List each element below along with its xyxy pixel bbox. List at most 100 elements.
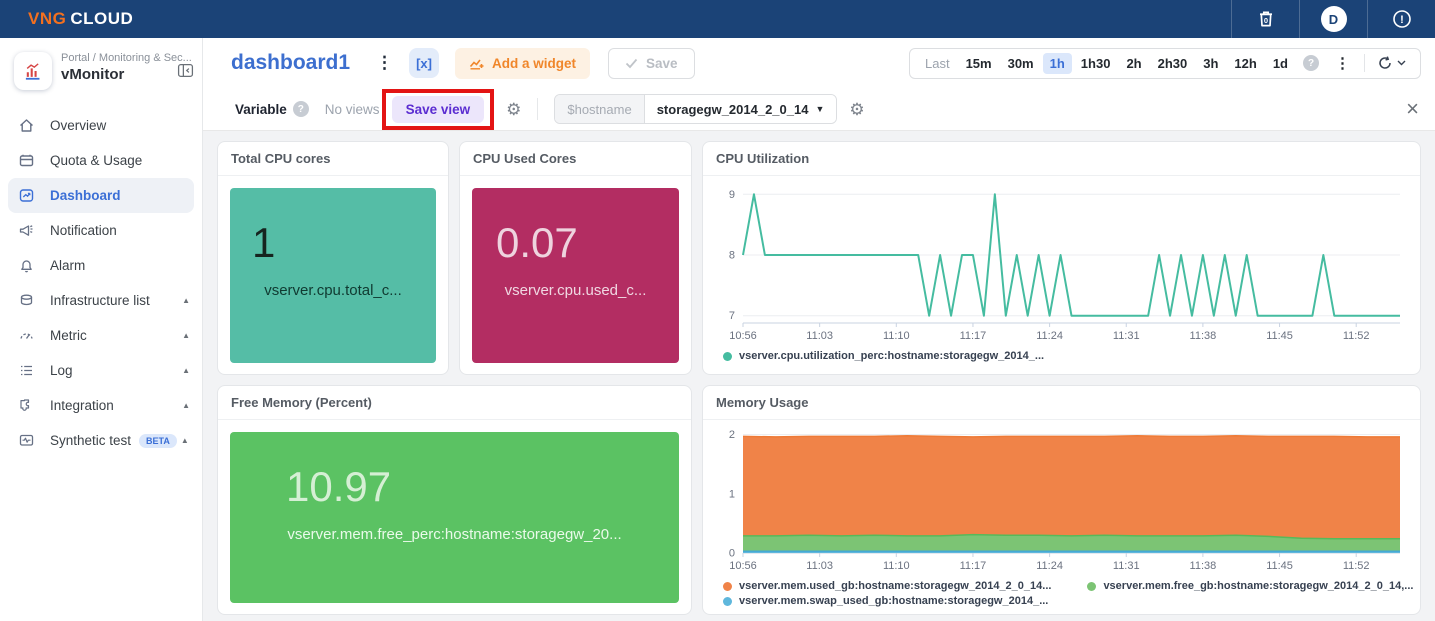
time-range-2h30[interactable]: 2h30 <box>1151 53 1195 74</box>
metric-caption: vserver.cpu.total_c... <box>230 282 436 299</box>
memory-usage-chart[interactable]: 01210:5611:0311:1011:1711:2411:3111:3811… <box>713 424 1410 576</box>
value-block: 1 vserver.cpu.total_c... <box>230 188 436 363</box>
sidebar-item-alarm[interactable]: Alarm <box>0 248 202 283</box>
sidebar-item-metric[interactable]: Metric ▲ <box>0 318 202 353</box>
close-variable-bar-icon[interactable]: × <box>1406 98 1419 120</box>
sidebar-item-synthetic-test[interactable]: Synthetic test BETA ▲ <box>0 423 202 458</box>
svg-text:11:10: 11:10 <box>883 560 910 572</box>
gauge-icon <box>18 327 36 345</box>
sidebar-item-label: Integration <box>50 398 114 413</box>
time-range-3h[interactable]: 3h <box>1196 53 1225 74</box>
sidebar-item-label: Quota & Usage <box>50 153 142 168</box>
svg-text:11:31: 11:31 <box>1113 560 1140 572</box>
value-block: 10.97 vserver.mem.free_perc:hostname:sto… <box>230 432 679 603</box>
time-range-15m[interactable]: 15m <box>959 53 999 74</box>
variable-settings-gear-icon[interactable]: ⚙ <box>849 101 864 118</box>
metric-value: 1 <box>252 220 436 266</box>
logo-vng-text: VNG <box>28 9 66 29</box>
top-navbar: VNGCLOUD 0 D ! <box>0 0 1435 38</box>
chevron-up-icon: ▲ <box>182 366 190 375</box>
legend-dot <box>723 597 732 606</box>
sidebar-item-label: Infrastructure list <box>50 293 150 308</box>
quota-icon <box>18 152 36 170</box>
cpu-utilization-chart[interactable]: 78910:5611:0311:1011:1711:2411:3111:3811… <box>713 180 1410 346</box>
svg-text:11:38: 11:38 <box>1190 330 1217 342</box>
variable-toggle-button[interactable]: [x] <box>409 48 439 78</box>
save-dashboard-button[interactable]: Save <box>608 48 695 79</box>
dashboard-menu-button[interactable]: ⋮ <box>376 53 393 73</box>
svg-text:1: 1 <box>729 488 735 500</box>
sidebar-item-overview[interactable]: Overview <box>0 108 202 143</box>
legend-item: vserver.cpu.utilization_perc:hostname:st… <box>723 350 1044 362</box>
time-range-help-icon[interactable]: ? <box>1303 55 1319 71</box>
sidebar-item-infrastructure-list[interactable]: Infrastructure list ▲ <box>0 283 202 318</box>
widget-title: Memory Usage <box>703 386 1420 420</box>
add-widget-button[interactable]: Add a widget <box>455 48 590 79</box>
time-range-2h[interactable]: 2h <box>1119 53 1148 74</box>
annotation-highlight-box: Save view <box>382 89 495 130</box>
divider <box>537 98 538 120</box>
chevron-up-icon: ▲ <box>181 436 189 445</box>
svg-text:11:38: 11:38 <box>1190 560 1217 572</box>
refresh-button[interactable] <box>1371 55 1412 71</box>
bell-icon <box>18 257 36 275</box>
time-range-12h[interactable]: 12h <box>1227 53 1263 74</box>
chevron-up-icon: ▲ <box>182 296 190 305</box>
variable-label: Variable <box>235 102 287 117</box>
breadcrumb: Portal / Monitoring & Sec... <box>61 52 192 64</box>
beta-badge: BETA <box>139 434 177 448</box>
svg-text:11:03: 11:03 <box>806 560 833 572</box>
sidebar-item-quota-usage[interactable]: Quota & Usage <box>0 143 202 178</box>
app-name: vMonitor <box>61 66 192 83</box>
trash-button[interactable]: 0 <box>1231 0 1299 38</box>
svg-text:11:52: 11:52 <box>1343 330 1370 342</box>
sidebar-item-label: Notification <box>50 223 117 238</box>
sidebar-item-notification[interactable]: Notification <box>0 213 202 248</box>
chart-plus-icon <box>469 56 485 70</box>
time-range-1h30[interactable]: 1h30 <box>1074 53 1118 74</box>
svg-text:11:17: 11:17 <box>960 560 987 572</box>
hostname-dropdown[interactable]: storagegw_2014_2_0_14 ▼ <box>644 95 837 123</box>
alerts-button[interactable]: ! <box>1367 0 1435 38</box>
svg-text:11:52: 11:52 <box>1343 560 1370 572</box>
svg-text:7: 7 <box>729 310 735 322</box>
time-range-30m[interactable]: 30m <box>1001 53 1041 74</box>
metric-caption: vserver.mem.free_perc:hostname:storagegw… <box>230 526 679 543</box>
legend-dot <box>723 582 732 591</box>
sidebar-item-log[interactable]: Log ▲ <box>0 353 202 388</box>
svg-text:11:31: 11:31 <box>1113 330 1140 342</box>
svg-text:!: ! <box>1400 14 1404 26</box>
sidebar-item-integration[interactable]: Integration ▲ <box>0 388 202 423</box>
sidebar-collapse-button[interactable] <box>177 62 194 84</box>
time-range-1d[interactable]: 1d <box>1266 53 1295 74</box>
hostname-variable-control: $hostname storagegw_2014_2_0_14 ▼ <box>554 94 837 124</box>
views-settings-gear-icon[interactable]: ⚙ <box>506 101 521 118</box>
sidebar-item-label: Dashboard <box>50 188 121 203</box>
legend-item: vserver.mem.swap_used_gb:hostname:storag… <box>723 595 1048 607</box>
monitor-pulse-icon <box>18 432 36 450</box>
puzzle-icon <box>18 397 36 415</box>
variable-bar: Variable ? No views Save view ⚙ $hostnam… <box>203 88 1435 131</box>
widget-cpu-used-cores: CPU Used Cores 0.07 vserver.cpu.used_c..… <box>459 141 692 375</box>
time-range-1h[interactable]: 1h <box>1043 53 1072 74</box>
refresh-icon <box>1377 55 1393 71</box>
check-icon <box>625 58 638 69</box>
svg-text:0: 0 <box>729 548 735 560</box>
dashboard-header: dashboard1 ⋮ [x] Add a widget Save Last … <box>203 38 1435 88</box>
time-range-menu-button[interactable]: ⋮ <box>1327 54 1358 72</box>
svg-text:2: 2 <box>729 429 735 441</box>
vngcloud-logo: VNGCLOUD <box>28 9 133 29</box>
chevron-up-icon: ▲ <box>182 331 190 340</box>
vmonitor-app-icon <box>14 52 52 90</box>
svg-text:11:10: 11:10 <box>883 330 910 342</box>
sidebar-item-label: Alarm <box>50 258 85 273</box>
user-menu-button[interactable]: D <box>1299 0 1367 38</box>
server-icon <box>18 292 36 310</box>
time-range-selector: Last 15m 30m 1h 1h30 2h 2h30 3h 12h 1d ?… <box>909 48 1421 79</box>
sidebar-item-dashboard[interactable]: Dashboard <box>8 178 194 213</box>
svg-text:11:03: 11:03 <box>806 330 833 342</box>
variable-help-icon[interactable]: ? <box>293 101 309 117</box>
save-view-button[interactable]: Save view <box>392 96 485 123</box>
widget-title: CPU Utilization <box>703 142 1420 176</box>
metric-caption: vserver.cpu.used_c... <box>472 282 679 299</box>
